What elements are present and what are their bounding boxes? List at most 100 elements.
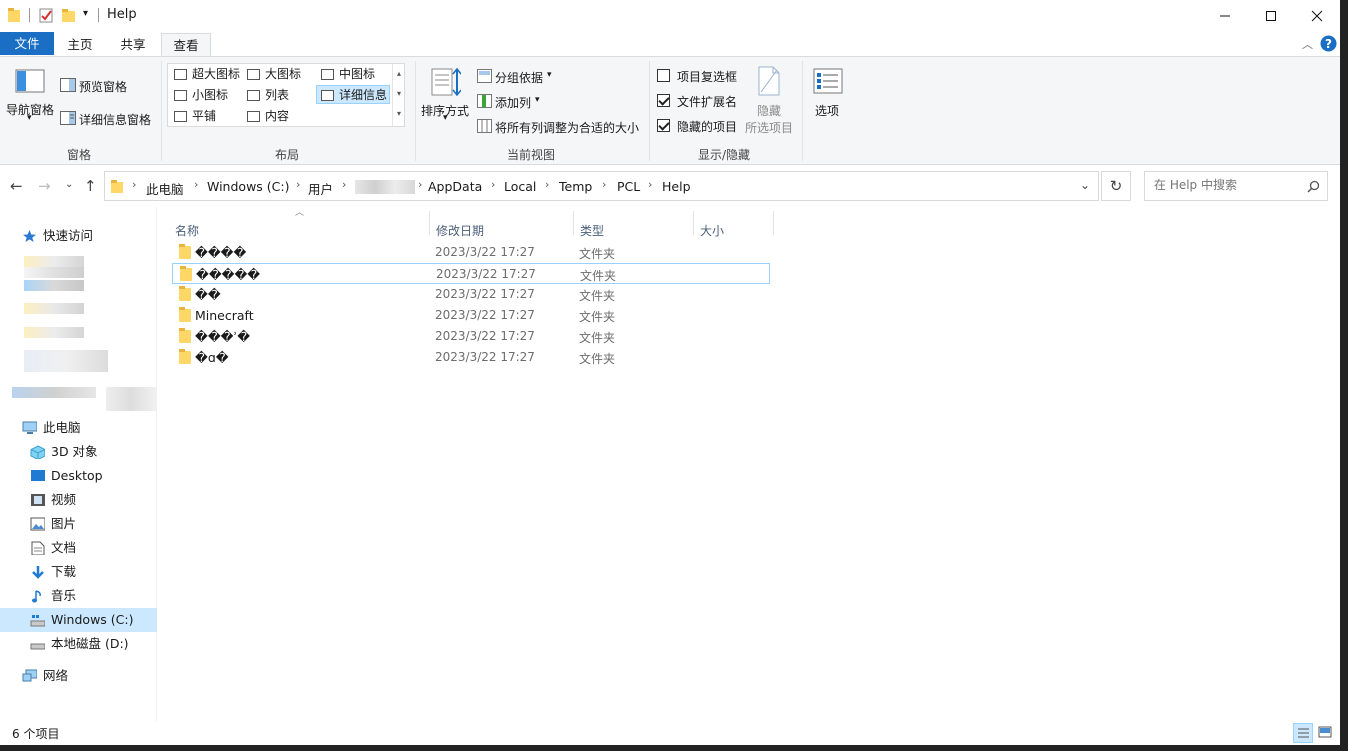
file-row[interactable]: Minecraft 2023/3/22 17:27 文件夹	[172, 305, 770, 326]
tab-file[interactable]: 文件	[0, 32, 54, 55]
file-extensions-label: 文件扩展名	[677, 95, 738, 109]
redacted-quick-access-item[interactable]	[24, 303, 84, 314]
breadcrumb-users[interactable]: 用户	[308, 179, 333, 198]
properties-icon[interactable]	[38, 6, 54, 24]
hidden-items-checkbox[interactable]	[657, 119, 670, 132]
nav-label: 文档	[51, 540, 77, 555]
nav-documents[interactable]: 文档	[0, 536, 157, 560]
breadcrumb-separator-icon: ›	[602, 178, 607, 191]
redacted-quick-access-item[interactable]	[24, 327, 84, 338]
redacted-quick-access-item[interactable]	[24, 280, 84, 291]
dropdown-icon: ▾	[27, 113, 32, 123]
breadcrumb-help[interactable]: Help	[662, 179, 691, 194]
nav-windows-c[interactable]: Windows (C:)	[0, 608, 157, 632]
nav-label: Windows (C:)	[51, 612, 134, 627]
help-icon[interactable]: ?	[1320, 35, 1337, 52]
column-divider[interactable]	[429, 211, 430, 235]
forward-arrow-icon[interactable]: →	[38, 177, 51, 195]
redacted-quick-access-item[interactable]	[106, 387, 156, 411]
file-row[interactable]: ���� 2023/3/22 17:27 文件夹	[172, 242, 770, 263]
nav-videos[interactable]: 视频	[0, 488, 157, 512]
redacted-quick-access-item[interactable]	[12, 387, 96, 398]
breadcrumb-separator-icon: ›	[491, 178, 496, 191]
nav-label: 音乐	[51, 588, 77, 603]
redacted-username[interactable]	[355, 180, 415, 194]
file-row[interactable]: �ɑ� 2023/3/22 17:27 文件夹	[172, 347, 770, 368]
up-arrow-icon[interactable]: ↑	[84, 177, 97, 195]
nav-desktop[interactable]: Desktop	[0, 464, 157, 488]
address-bar[interactable]: › 此电脑 › Windows (C:) › 用户 › › AppData › …	[104, 171, 1099, 201]
extra-large-icons-icon	[174, 69, 187, 80]
redacted-quick-access-item[interactable]	[24, 256, 84, 267]
layout-medium-icons[interactable]: 中图标	[317, 65, 375, 84]
tab-share[interactable]: 共享	[111, 33, 155, 56]
new-folder-icon[interactable]	[61, 6, 77, 24]
file-date: 2023/3/22 17:27	[435, 287, 535, 301]
item-checkboxes-checkbox[interactable]	[657, 69, 670, 82]
breadcrumb-this-pc[interactable]: 此电脑	[146, 179, 184, 198]
nav-quick-access[interactable]: 快速访问	[0, 224, 157, 248]
maximize-button[interactable]	[1248, 0, 1294, 31]
file-row[interactable]: ���ʾ� 2023/3/22 17:27 文件夹	[172, 326, 770, 347]
column-header-type[interactable]: 类型	[580, 222, 604, 239]
column-divider[interactable]	[693, 211, 694, 235]
column-header-name[interactable]: 名称	[175, 222, 199, 239]
nav-local-disk-d[interactable]: 本地磁盘 (D:)	[0, 632, 157, 656]
nav-3d-objects[interactable]: 3D 对象	[0, 440, 157, 464]
layout-large-icons[interactable]: 大图标	[243, 65, 301, 84]
nav-downloads[interactable]: 下载	[0, 560, 157, 584]
file-name: �����	[196, 267, 261, 282]
large-icons-view-button[interactable]	[1316, 723, 1336, 743]
file-row[interactable]: ����� 2023/3/22 17:27 文件夹	[172, 263, 770, 284]
layout-scroll[interactable]: ▴ ▾ ▾	[392, 64, 405, 126]
search-box[interactable]	[1144, 171, 1328, 201]
file-type: 文件夹	[579, 247, 616, 261]
layout-content[interactable]: 内容	[243, 107, 289, 126]
nav-label: 本地磁盘 (D:)	[51, 636, 129, 651]
file-extensions-checkbox[interactable]	[657, 94, 670, 107]
breadcrumb-windows-c[interactable]: Windows (C:)	[207, 179, 289, 194]
qa-dropdown-icon[interactable]: ▾	[83, 8, 88, 19]
nav-label: 网络	[43, 668, 69, 683]
layout-tiles[interactable]: 平铺	[170, 107, 216, 126]
details-view-button[interactable]	[1293, 723, 1313, 743]
tab-view[interactable]: 查看	[161, 33, 211, 56]
close-button[interactable]	[1294, 0, 1340, 31]
column-divider[interactable]	[773, 211, 774, 235]
collapse-ribbon-icon[interactable]: ︿	[1302, 36, 1313, 52]
layout-extra-large-icons[interactable]: 超大图标	[170, 65, 240, 84]
file-type: 文件夹	[579, 331, 616, 345]
layout-group-label: 布局	[275, 148, 300, 162]
layout-small-icons[interactable]: 小图标	[170, 86, 228, 105]
file-row[interactable]: �� 2023/3/22 17:27 文件夹	[172, 284, 770, 305]
address-history-chevron-icon[interactable]: ⌄	[1080, 178, 1090, 192]
minimize-button[interactable]	[1202, 0, 1248, 31]
redacted-quick-access-item	[24, 267, 84, 278]
layout-label: 中图标	[339, 67, 376, 81]
column-header-size[interactable]: 大小	[700, 222, 724, 239]
column-header-modified[interactable]: 修改日期	[436, 222, 484, 239]
layout-list[interactable]: 列表	[243, 86, 289, 105]
file-date: 2023/3/22 17:27	[435, 245, 535, 259]
back-arrow-icon[interactable]: ←	[10, 177, 23, 195]
group-separator	[415, 61, 416, 161]
status-bar: 6 个项目	[0, 721, 1340, 745]
layout-details[interactable]: 详细信息	[316, 85, 390, 104]
file-type: 文件夹	[579, 352, 616, 366]
nav-pictures[interactable]: 图片	[0, 512, 157, 536]
nav-network[interactable]: 网络	[0, 664, 157, 688]
refresh-button[interactable]: ↻	[1101, 171, 1131, 201]
redacted-quick-access-item[interactable]	[24, 350, 108, 372]
breadcrumb-pcl[interactable]: PCL	[617, 179, 640, 194]
breadcrumb-local[interactable]: Local	[504, 179, 536, 194]
nav-this-pc[interactable]: 此电脑	[0, 416, 157, 440]
maximize-icon	[1266, 10, 1276, 21]
column-divider[interactable]	[573, 211, 574, 235]
breadcrumb-appdata[interactable]: AppData	[428, 179, 482, 194]
nav-music[interactable]: 音乐	[0, 584, 157, 608]
recent-locations-chevron-icon[interactable]: ⌄	[65, 179, 73, 190]
search-input[interactable]	[1154, 178, 1304, 192]
layout-label: 列表	[265, 88, 290, 102]
breadcrumb-temp[interactable]: Temp	[559, 179, 592, 194]
tab-home[interactable]: 主页	[58, 33, 102, 56]
